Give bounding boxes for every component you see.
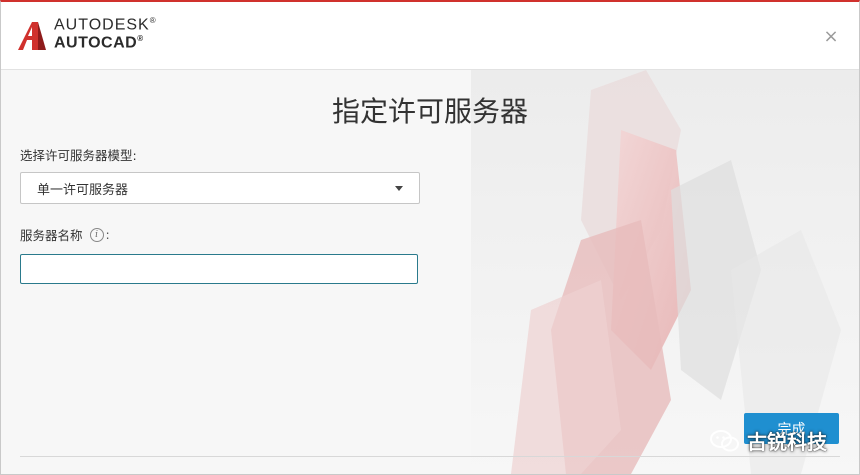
brand-name: AUTODESK® bbox=[54, 16, 157, 34]
server-name-label-row: 服务器名称 i : bbox=[20, 225, 110, 244]
watermark-text: 古锐科技 bbox=[747, 430, 827, 454]
server-name-label: 服务器名称 bbox=[20, 228, 83, 243]
server-model-label: 选择许可服务器模型: bbox=[20, 148, 137, 163]
close-icon[interactable]: × bbox=[823, 26, 838, 47]
dialog-header: AUTODESK® AUTOCAD® × bbox=[1, 2, 859, 70]
wechat-icon bbox=[710, 429, 739, 451]
close-button[interactable]: × bbox=[823, 26, 839, 47]
page-title: 指定许可服务器 bbox=[331, 95, 528, 128]
product-name: AUTOCAD® bbox=[54, 34, 144, 52]
footer-divider bbox=[20, 456, 840, 457]
server-model-selected-value: 单一许可服务器 bbox=[37, 183, 129, 198]
server-name-input[interactable] bbox=[20, 254, 418, 284]
license-server-dialog: AUTODESK® AUTOCAD® × 指定许可服务器 选择许可服务器模型: … bbox=[0, 0, 860, 475]
chevron-down-icon[interactable] bbox=[395, 186, 403, 191]
server-model-select[interactable]: 单一许可服务器 bbox=[20, 172, 420, 204]
label-colon: : bbox=[105, 227, 110, 242]
watermark: 古锐科技 bbox=[709, 426, 827, 455]
autodesk-logo-icon bbox=[18, 22, 46, 50]
info-icon[interactable]: i bbox=[89, 227, 104, 242]
